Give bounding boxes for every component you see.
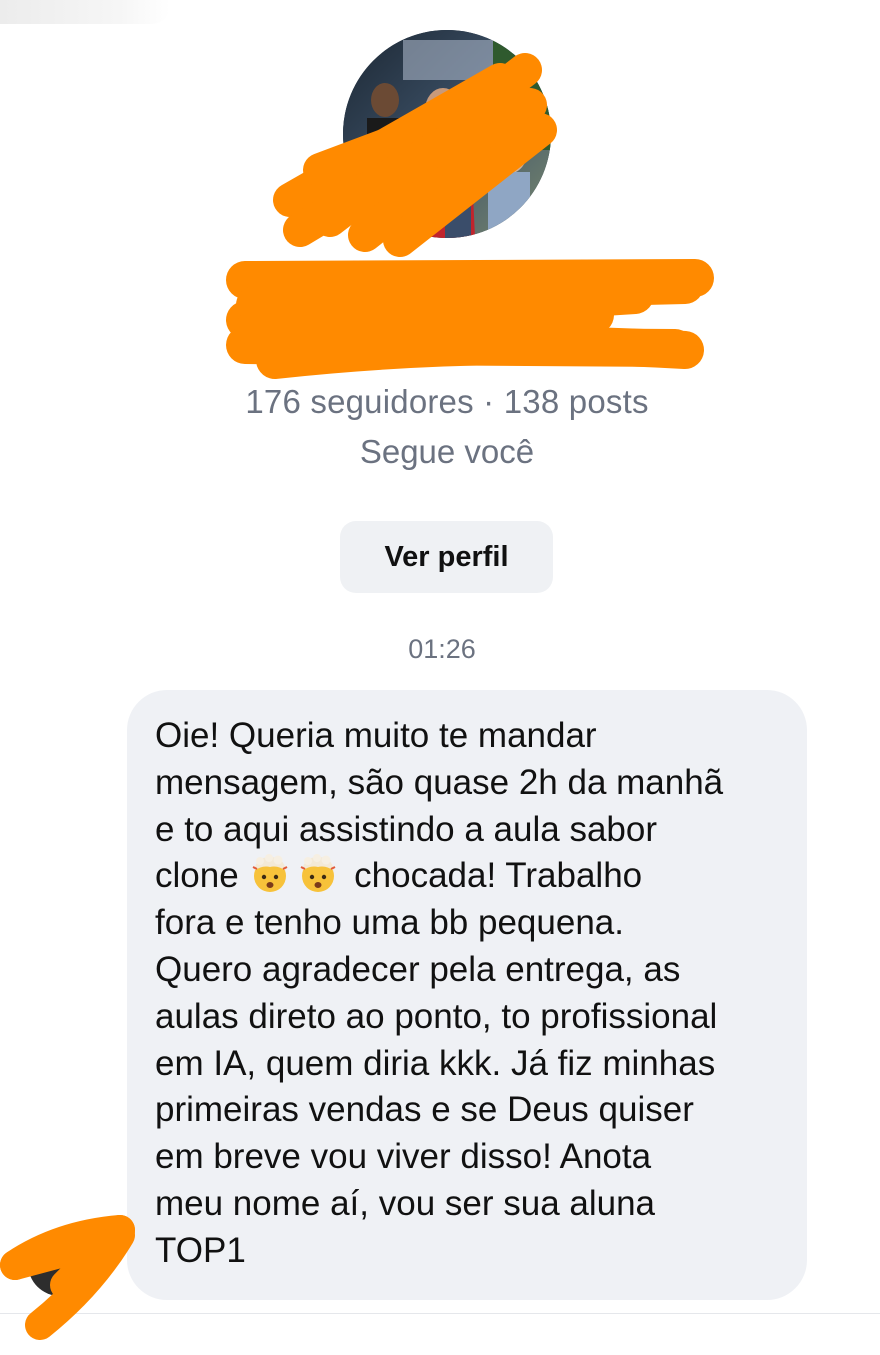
message-line: mensagem, são quase 2h da manhã <box>155 762 724 802</box>
message-line-with-emojis: clone chocada! Trabalho <box>155 853 795 900</box>
view-profile-button[interactable]: Ver perfil <box>340 521 553 593</box>
chat-screen: Vanessa Verissimo @vanessa.verissimo01 1… <box>0 0 880 1355</box>
message-text: Oie! Queria muito te mandar mensagem, sã… <box>155 713 795 1275</box>
message-line: Quero agradecer pela entrega, as <box>155 949 681 989</box>
message-line-fragment: chocada! Trabalho <box>354 856 643 896</box>
message-line-fragment: clone <box>155 856 239 896</box>
exploding-head-emoji <box>248 853 292 893</box>
message-line: Oie! Queria muito te mandar <box>155 716 597 755</box>
message-line: meu nome aí, vou ser sua aluna <box>155 1183 656 1223</box>
exploding-head-emoji <box>296 853 340 893</box>
status-bar-fade <box>0 0 170 24</box>
profile-handle: @vanessa.verissimo01 <box>279 329 601 364</box>
follows-you-label: Segue você <box>359 433 535 470</box>
message-timestamp: 01:26 <box>408 634 476 664</box>
profile-avatar[interactable] <box>343 30 551 238</box>
message-line: primeiras vendas e se Deus quiser <box>155 1090 694 1130</box>
message-line: TOP1 <box>155 1230 246 1270</box>
profile-stats: 176 seguidores · 138 posts <box>245 383 649 420</box>
profile-name: Vanessa Verissimo <box>259 262 621 306</box>
message-line: aulas direto ao ponto, to profissional <box>155 996 718 1036</box>
message-line: em IA, quem diria kkk. Já fiz minhas <box>155 1043 716 1083</box>
sender-avatar[interactable] <box>28 1232 92 1296</box>
message-line: e to aqui assistindo a aula sabor <box>155 809 657 849</box>
composer-divider <box>0 1313 880 1314</box>
message-line: em breve vou viver disso! Anota <box>155 1137 652 1177</box>
message-line: fora e tenho uma bb pequena. <box>155 903 624 943</box>
